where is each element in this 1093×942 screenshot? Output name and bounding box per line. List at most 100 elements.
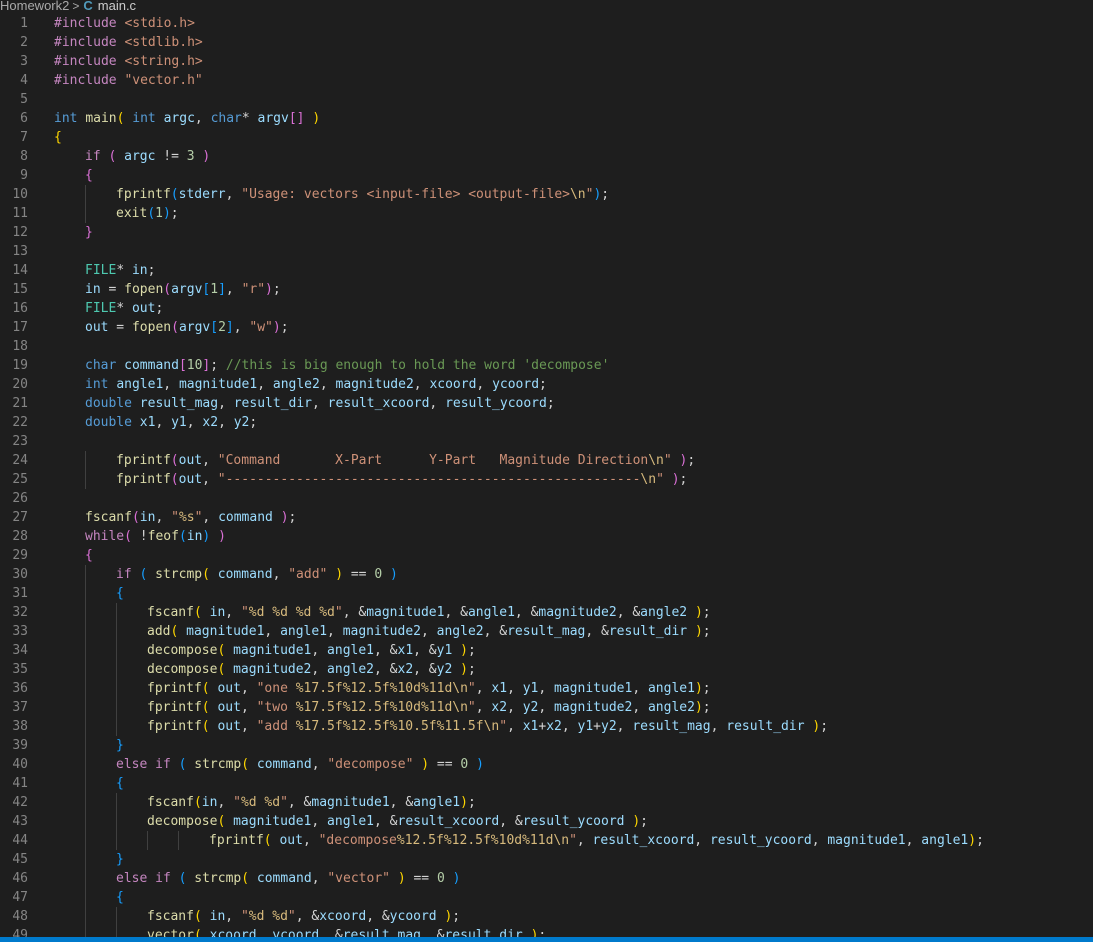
code-token: magnitude1 — [366, 605, 445, 620]
code-token: ( — [201, 700, 210, 715]
code-token: , & — [374, 643, 398, 658]
line-number: 14 — [12, 263, 28, 278]
code-line[interactable]: 24 fprintf(out, "Command X-Part Y-Part Ma… — [0, 451, 1093, 470]
code-line[interactable]: 22 double x1, y1, x2, y2; — [0, 413, 1093, 432]
code-token: * — [116, 301, 132, 316]
breadcrumb-folder[interactable]: Homework2 — [0, 0, 69, 13]
code-line[interactable]: 10 fprintf(stderr, "Usage: vectors <input… — [0, 185, 1093, 204]
code-line[interactable]: 14 FILE* in; — [0, 261, 1093, 280]
code-token: %d — [248, 605, 265, 620]
code-line[interactable]: 11 exit(1); — [0, 204, 1093, 223]
code-line[interactable]: 48 fscanf( in, "%d %d", &xcoord, &ycoord … — [0, 907, 1093, 926]
code-token: ) — [335, 567, 344, 582]
code-line[interactable]: 34 decompose( magnitude1, angle1, &x1, &y… — [0, 641, 1093, 660]
code-token: x1 — [491, 681, 508, 696]
code-line[interactable]: 41 { — [0, 774, 1093, 793]
indent-guide — [85, 204, 86, 223]
code-line[interactable]: 29 { — [0, 546, 1093, 565]
code-token: , — [507, 719, 523, 734]
indent-guide — [85, 755, 86, 774]
code-token: , & — [413, 643, 437, 658]
code-line[interactable]: 23 — [0, 432, 1093, 451]
code-token: "vector" — [327, 871, 390, 886]
line-number: 30 — [12, 567, 28, 582]
code-token: "Usage: vectors <input-file> <output-fil… — [241, 187, 570, 202]
code-line[interactable]: 25 fprintf(out, "------------------------… — [0, 470, 1093, 489]
code-line[interactable]: 17 out = fopen(argv[2], "w"); — [0, 318, 1093, 337]
code-token: angle1 — [467, 605, 515, 620]
code-line[interactable]: 4 #include "vector.h" — [0, 71, 1093, 90]
code-token: magnitude2 — [233, 662, 312, 677]
code-text: { — [116, 584, 124, 603]
code-line[interactable]: 8 if ( argc != 3 ) — [0, 147, 1093, 166]
code-line[interactable]: 37 fprintf( out, "two %17.5f%12.5f%10d%11… — [0, 698, 1093, 717]
code-line[interactable]: 33 add( magnitude1, angle1, magnitude2, a… — [0, 622, 1093, 641]
breadcrumb-file[interactable]: main.c — [98, 0, 136, 13]
code-line[interactable]: 6 int main( int argc, char* argv[] ) — [0, 109, 1093, 128]
code-line[interactable]: 19 char command[10]; //this is big enough… — [0, 356, 1093, 375]
indent-guide — [85, 565, 86, 584]
code-line[interactable]: 38 fprintf( out, "add %17.5f%12.5f%10.5f%… — [0, 717, 1093, 736]
code-line[interactable]: 18 — [0, 337, 1093, 356]
code-line[interactable]: 40 else if ( strcmp( command, "decompose"… — [0, 755, 1093, 774]
code-token: %17.5f%12.5f%10d%11d\n — [295, 681, 468, 696]
code-line[interactable]: 21 double result_mag, result_dir, result_… — [0, 394, 1093, 413]
code-token: ; — [272, 282, 281, 297]
indent-guide — [85, 907, 86, 926]
code-line[interactable]: 1 #include <stdio.h> — [0, 14, 1093, 33]
code-line[interactable]: 9{ — [0, 166, 1093, 185]
line-number: 21 — [12, 396, 28, 411]
code-editor[interactable]: 1 #include <stdio.h> 2 #include <stdlib.h> 3… — [0, 14, 1093, 937]
code-token: ( — [193, 795, 202, 810]
code-line[interactable]: 12} — [0, 223, 1093, 242]
code-line[interactable]: 27 fscanf(in, "%s", command ); — [0, 508, 1093, 527]
code-line[interactable]: 35 decompose( magnitude2, angle2, &x2, &y… — [0, 660, 1093, 679]
code-line[interactable]: 15 in = fopen(argv[1], "r"); — [0, 280, 1093, 299]
code-line[interactable]: 26 — [0, 489, 1093, 508]
code-token: y2 — [601, 719, 617, 734]
code-token: , — [194, 111, 211, 126]
code-line[interactable]: 32 fscanf( in, "%d %d %d %d", &magnitude1… — [0, 603, 1093, 622]
code-token: ( — [124, 529, 132, 544]
code-token: y2 — [233, 415, 250, 430]
code-token: x2 — [202, 415, 219, 430]
code-line[interactable]: 28 while( !feof(in) ) — [0, 527, 1093, 546]
code-token: , & — [295, 909, 320, 924]
code-token: ) — [397, 871, 406, 886]
code-line[interactable]: 7{ — [0, 128, 1093, 147]
code-text: fprintf( out, "add %17.5f%12.5f%10.5f%11… — [147, 717, 828, 736]
line-number: 22 — [12, 415, 28, 430]
code-line[interactable]: 44 fprintf( out, "decompose%12.5f%12.5f%1… — [0, 831, 1093, 850]
code-text: fscanf( in, "%d %d %d %d", &magnitude1, … — [147, 603, 711, 622]
code-line[interactable]: 36 fprintf( out, "one %17.5f%12.5f%10d%11… — [0, 679, 1093, 698]
code-token: out — [178, 453, 203, 468]
code-line[interactable]: 43 decompose( magnitude1, angle1, &result… — [0, 812, 1093, 831]
code-line[interactable]: 20 int angle1, magnitude1, angle2, magnit… — [0, 375, 1093, 394]
code-token: <string.h> — [124, 54, 203, 69]
code-line[interactable]: 5 — [0, 90, 1093, 109]
code-line[interactable]: 16 FILE* out; — [0, 299, 1093, 318]
line-number: 39 — [12, 738, 28, 753]
code-line[interactable]: 3 #include <string.h> — [0, 52, 1093, 71]
code-token: angle2 — [640, 605, 688, 620]
code-token: ; — [170, 206, 179, 221]
code-line[interactable]: 46 else if ( strcmp( command, "vector" ) … — [0, 869, 1093, 888]
code-line[interactable]: 45} — [0, 850, 1093, 869]
code-line[interactable]: 39} — [0, 736, 1093, 755]
code-token: , & — [374, 814, 398, 829]
code-text: fprintf(out, "Command X-Part Y-Part Magn… — [116, 451, 695, 470]
code-line[interactable]: 42 fscanf(in, "%d %d", &magnitude1, &angl… — [0, 793, 1093, 812]
code-line[interactable]: 49 vector( xcoord, ycoord, &result_mag, &… — [0, 926, 1093, 937]
code-token: ; — [702, 681, 711, 696]
code-line[interactable]: 31 { — [0, 584, 1093, 603]
code-line[interactable]: 13 — [0, 242, 1093, 261]
indent-guide — [116, 641, 117, 660]
code-line[interactable]: 2 #include <stdlib.h> — [0, 33, 1093, 52]
code-line[interactable]: 30 if ( strcmp( command, "add" ) == 0 ) — [0, 565, 1093, 584]
code-line[interactable]: 47 { — [0, 888, 1093, 907]
code-token: magnitude1 — [827, 833, 906, 848]
code-token: , — [420, 624, 437, 639]
